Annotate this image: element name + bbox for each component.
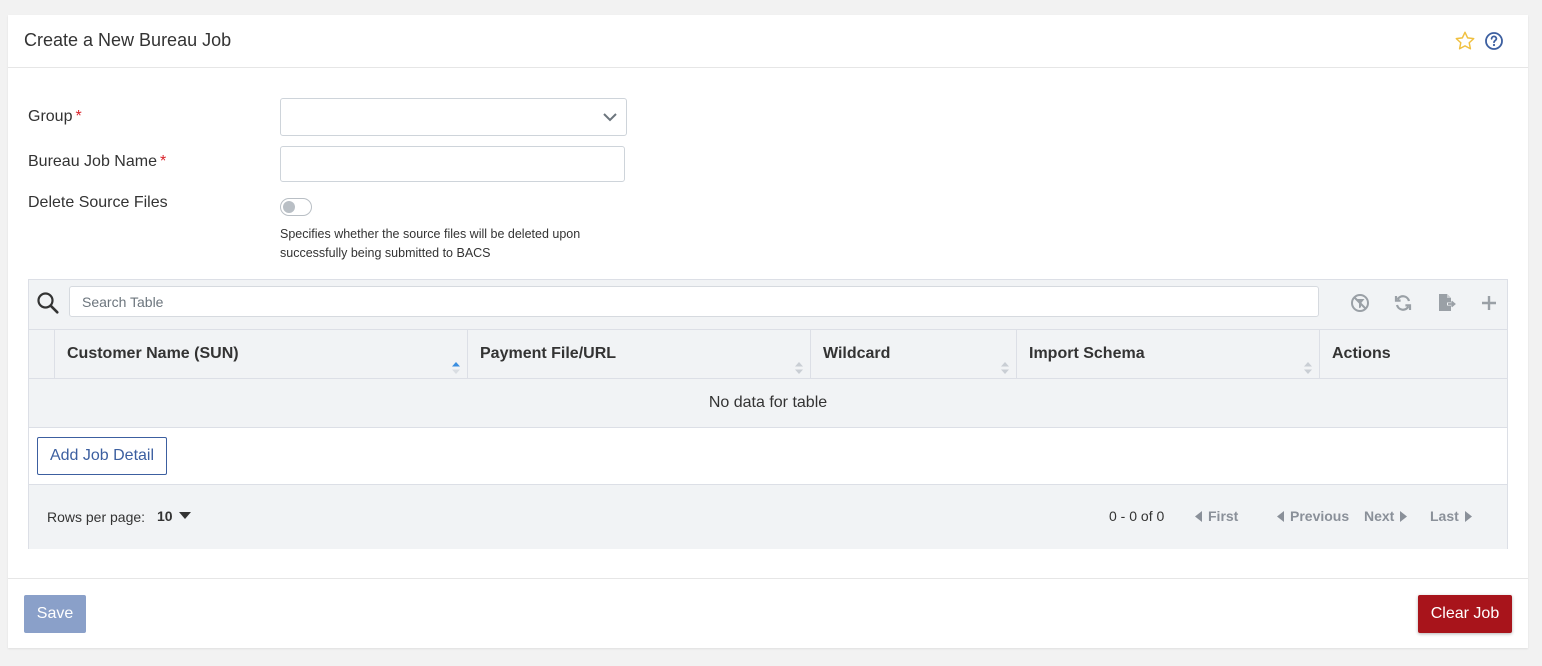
- bureau-job-card: Create a New Bureau Job Group * Bureau Jo…: [8, 15, 1528, 648]
- table-pagination: Rows per page: 10 0 - 0 of 0 First Previ…: [29, 484, 1507, 549]
- add-job-detail-button[interactable]: Add Job Detail: [37, 437, 167, 475]
- job-name-label: Bureau Job Name *: [28, 153, 167, 170]
- column-header-import-schema[interactable]: Import Schema: [1016, 330, 1319, 378]
- card-footer: Save Clear Job: [8, 578, 1528, 649]
- delete-source-toggle[interactable]: [280, 198, 312, 216]
- select-column-header: [29, 330, 54, 378]
- caret-right-icon: [1464, 510, 1472, 522]
- delete-source-help: Specifies whether the source files will …: [280, 227, 581, 260]
- toolbar-icons: [1350, 293, 1499, 313]
- rows-per-page-select[interactable]: 10: [157, 508, 191, 524]
- required-mark: *: [159, 153, 167, 170]
- job-name-input[interactable]: [280, 146, 625, 182]
- table-header: Customer Name (SUN) Payment File/URL Wil…: [29, 330, 1507, 379]
- caret-left-icon: [1277, 510, 1284, 522]
- chevron-down-icon: [602, 110, 618, 129]
- group-select[interactable]: [280, 98, 627, 136]
- toggle-knob: [283, 201, 295, 213]
- first-page-button[interactable]: First: [1195, 508, 1238, 524]
- caret-left-icon: [1195, 510, 1202, 522]
- delete-source-label: Delete Source Files: [28, 194, 168, 211]
- column-header-wildcard[interactable]: Wildcard: [810, 330, 1016, 378]
- required-mark: *: [75, 108, 82, 125]
- header-icons: [1454, 30, 1504, 52]
- refresh-icon[interactable]: [1393, 293, 1413, 313]
- group-label: Group *: [28, 108, 82, 125]
- search-icon: [36, 291, 60, 320]
- help-icon[interactable]: [1484, 31, 1504, 51]
- job-details-table: Customer Name (SUN) Payment File/URL Wil…: [28, 279, 1508, 549]
- rows-per-page-label: Rows per page:: [47, 509, 146, 525]
- export-icon[interactable]: [1436, 293, 1456, 313]
- next-page-button[interactable]: Next: [1364, 508, 1408, 524]
- previous-page-button[interactable]: Previous: [1277, 508, 1349, 524]
- add-icon[interactable]: [1479, 293, 1499, 313]
- column-header-customer[interactable]: Customer Name (SUN): [54, 330, 467, 378]
- empty-table-message: No data for table: [29, 379, 1507, 428]
- save-button[interactable]: Save: [24, 595, 86, 633]
- search-input[interactable]: [69, 286, 1319, 317]
- column-header-actions: Actions: [1319, 330, 1507, 378]
- caret-down-icon: [178, 512, 191, 519]
- page-title: Create a New Bureau Job: [24, 30, 232, 50]
- caret-right-icon: [1400, 510, 1408, 522]
- table-toolbar: [29, 280, 1507, 330]
- last-page-button[interactable]: Last: [1430, 508, 1472, 524]
- clear-job-button[interactable]: Clear Job: [1418, 595, 1512, 633]
- page-info: 0 - 0 of 0: [1109, 508, 1165, 524]
- star-icon[interactable]: [1454, 30, 1476, 52]
- clear-filter-icon[interactable]: [1350, 293, 1370, 313]
- card-header: Create a New Bureau Job: [8, 15, 1528, 68]
- column-header-payment-file[interactable]: Payment File/URL: [467, 330, 810, 378]
